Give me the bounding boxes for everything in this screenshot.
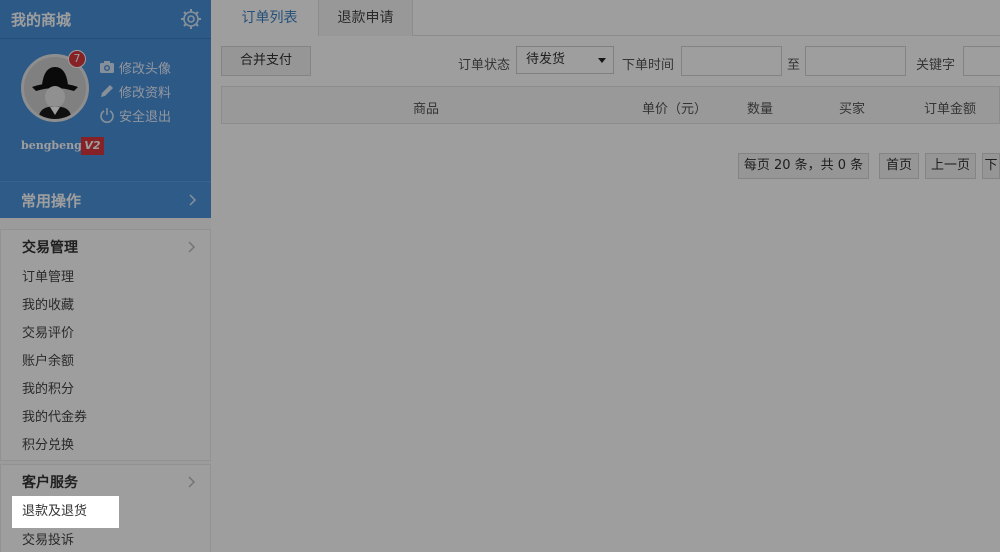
keyword-input[interactable] xyxy=(963,46,1000,76)
main-content: 订单列表 退款申请 合并支付 订单状态 待发货 下单时间 至 关键字 商品 单价… xyxy=(221,0,1000,552)
first-page-button[interactable]: 首页 xyxy=(879,153,919,179)
column-header-unit-price: 单价（元） xyxy=(642,102,708,117)
to-label: 至 xyxy=(787,58,801,73)
camera-icon xyxy=(99,59,115,75)
pencil-icon xyxy=(99,83,115,99)
service-heading-label: 客户服务 xyxy=(22,475,78,491)
tab-bar: 订单列表 退款申请 xyxy=(221,0,1000,36)
status-select-value: 待发货 xyxy=(526,52,566,67)
merge-pay-button[interactable]: 合并支付 xyxy=(221,46,311,76)
username: bengbeng xyxy=(21,139,82,152)
page-size-info[interactable]: 每页 20 条，共 0 条 xyxy=(738,153,869,179)
menu-item-balance[interactable]: 账户余额 xyxy=(1,348,210,376)
prev-page-button[interactable]: 上一页 xyxy=(925,153,976,179)
column-header-order-amount: 订单金额 xyxy=(924,102,977,117)
menu-item-points-exchange[interactable]: 积分兑换 xyxy=(1,432,210,460)
menu-item-favorites[interactable]: 我的收藏 xyxy=(1,292,210,320)
power-icon xyxy=(99,107,115,123)
chevron-right-icon xyxy=(189,194,197,206)
next-page-button[interactable]: 下 xyxy=(982,153,1000,179)
sidebar-title: 我的商城 xyxy=(11,11,72,29)
common-ops-toggle[interactable]: 常用操作 xyxy=(0,181,211,218)
edit-profile-link[interactable]: 修改资料 xyxy=(99,81,171,101)
unread-badge[interactable]: 7 xyxy=(68,50,86,68)
logout-label: 安全退出 xyxy=(119,109,172,125)
chevron-right-icon xyxy=(188,241,196,253)
gear-icon[interactable] xyxy=(180,8,202,30)
menu-item-refunds-returns[interactable]: 退款及退货 xyxy=(12,496,119,528)
sidebar: 我的商城 7 修改头像 修改资料 安全退出 bengbeng V2 常用操作 交… xyxy=(0,0,211,552)
menu-item-orders[interactable]: 订单管理 xyxy=(1,264,210,292)
order-time-label: 下单时间 xyxy=(622,58,675,73)
table-header: 商品 单价（元） 数量 买家 订单金额 xyxy=(221,86,1000,124)
service-menu-heading[interactable]: 客户服务 xyxy=(1,465,210,499)
column-header-quantity: 数量 xyxy=(747,102,774,117)
trade-menu: 交易管理 订单管理 我的收藏 交易评价 账户余额 我的积分 我的代金券 积分兑换 xyxy=(0,229,211,461)
status-select[interactable]: 待发货 xyxy=(516,46,614,74)
menu-item-reviews[interactable]: 交易评价 xyxy=(1,320,210,348)
keyword-label: 关键字 xyxy=(916,58,956,73)
chevron-right-icon xyxy=(188,476,196,488)
menu-item-complaints[interactable]: 交易投诉 xyxy=(1,527,210,552)
menu-item-points[interactable]: 我的积分 xyxy=(1,376,210,404)
menu-item-vouchers[interactable]: 我的代金券 xyxy=(1,404,210,432)
column-header-product: 商品 xyxy=(413,102,440,117)
change-avatar-label: 修改头像 xyxy=(119,61,172,77)
trade-menu-heading[interactable]: 交易管理 xyxy=(1,230,210,264)
common-ops-label: 常用操作 xyxy=(21,191,82,210)
status-label: 订单状态 xyxy=(458,58,511,73)
change-avatar-link[interactable]: 修改头像 xyxy=(99,57,171,77)
trade-heading-label: 交易管理 xyxy=(22,240,78,256)
tab-refund-requests[interactable]: 退款申请 xyxy=(319,0,413,36)
column-header-buyer: 买家 xyxy=(839,102,866,117)
divider xyxy=(0,38,211,39)
end-date-input[interactable] xyxy=(805,46,906,76)
start-date-input[interactable] xyxy=(681,46,782,76)
logout-link[interactable]: 安全退出 xyxy=(99,105,171,125)
tab-order-list[interactable]: 订单列表 xyxy=(221,0,319,36)
vip-badge: V2 xyxy=(81,137,104,155)
edit-profile-label: 修改资料 xyxy=(119,85,172,101)
dropdown-arrow-icon xyxy=(598,58,606,63)
